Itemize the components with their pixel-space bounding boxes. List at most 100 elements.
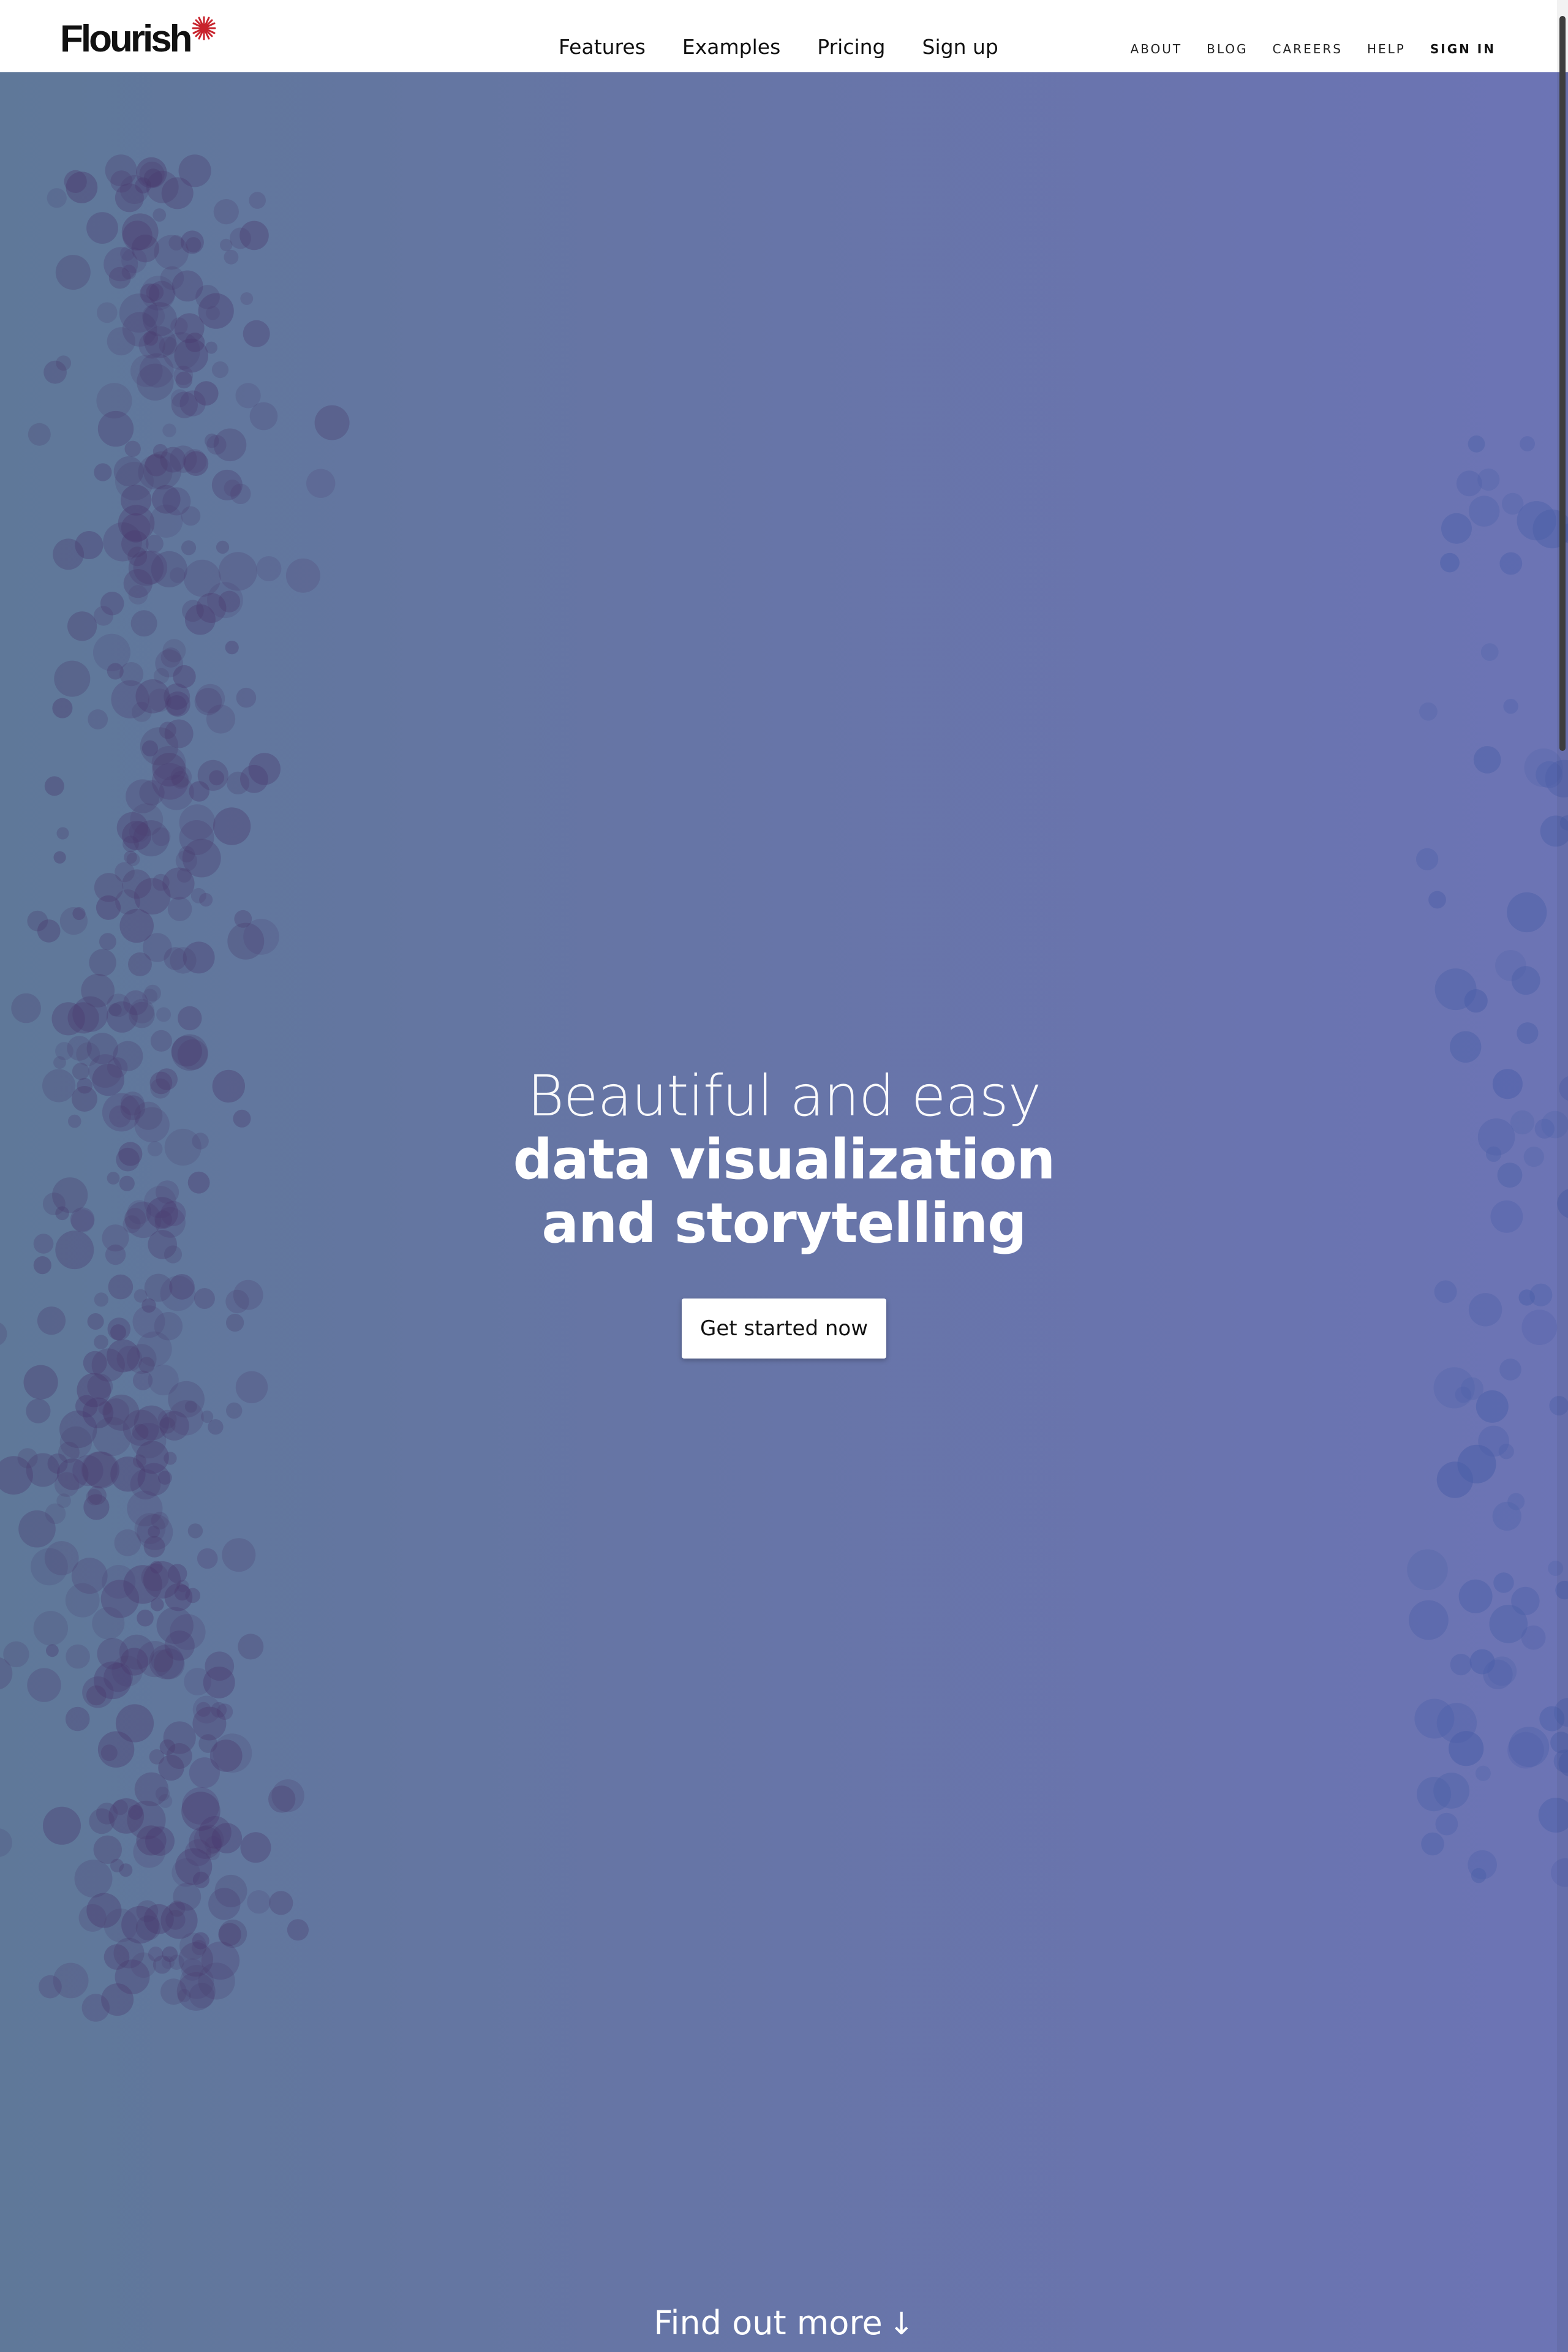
hero-heading: Beautiful and easy data visualization an… <box>0 1065 1568 1256</box>
bubble <box>137 1609 154 1627</box>
bubble <box>137 363 174 401</box>
bubble <box>128 1804 143 1820</box>
bubble <box>146 170 179 203</box>
bubble <box>248 753 281 785</box>
nav-pricing-link[interactable]: Pricing <box>817 32 885 62</box>
nav-examples-link[interactable]: Examples <box>682 32 780 62</box>
bubble <box>222 1538 256 1572</box>
bubble <box>86 212 118 244</box>
bubble <box>160 1275 196 1311</box>
nav-about-link[interactable]: ABOUT <box>1130 42 1182 56</box>
nav-signup-link[interactable]: Sign up <box>922 32 998 62</box>
page-scrollbar[interactable] <box>1557 0 1568 2352</box>
bubble <box>170 947 197 974</box>
find-out-more-link[interactable]: Find out more ↓ <box>0 2302 1568 2345</box>
bubble <box>1421 1832 1444 1856</box>
bubble <box>239 221 269 251</box>
find-out-more-label: Find out more <box>654 2304 883 2342</box>
bubble <box>31 1548 68 1586</box>
nav-help-link[interactable]: HELP <box>1367 42 1406 56</box>
bubble <box>156 1007 172 1022</box>
bubble <box>78 1904 107 1932</box>
bubble <box>83 1494 110 1520</box>
bubble <box>67 611 97 641</box>
bubble <box>122 221 153 251</box>
bubble <box>153 208 167 222</box>
bubble <box>216 1703 233 1720</box>
bubble <box>154 1312 183 1341</box>
bubble <box>1521 1625 1546 1650</box>
bubble <box>1499 552 1523 575</box>
bubble <box>236 687 257 708</box>
bubble <box>133 1836 165 1868</box>
bubble <box>1521 1310 1558 1345</box>
bubble <box>88 709 108 729</box>
bubble <box>142 989 158 1005</box>
nav-blog-link[interactable]: BLOG <box>1207 42 1248 56</box>
bubble <box>189 1983 215 2008</box>
hero-heading-line1: Beautiful and easy <box>527 1063 1041 1129</box>
bubble <box>37 1306 66 1335</box>
bubble <box>138 454 173 490</box>
utility-nav: ABOUT BLOG CAREERS HELP SIGN IN <box>1106 42 1496 56</box>
bubble <box>1457 1444 1496 1483</box>
logo-text: Flourish <box>60 18 193 60</box>
bubble <box>182 600 204 622</box>
bubble <box>1503 699 1518 714</box>
bubble <box>126 853 140 866</box>
scrollbar-thumb[interactable] <box>1559 16 1566 751</box>
bubble <box>66 1644 90 1669</box>
nav-signin-link[interactable]: SIGN IN <box>1430 42 1496 56</box>
bubble <box>1434 1280 1457 1303</box>
bubble <box>118 505 155 541</box>
bubble <box>234 910 252 928</box>
bubble <box>26 1398 51 1423</box>
bubble <box>256 556 282 581</box>
bubble <box>132 1423 149 1441</box>
bubble <box>1409 1600 1449 1640</box>
bubble <box>197 1548 218 1569</box>
bubble <box>1441 513 1472 544</box>
bubble <box>86 1033 118 1065</box>
bubble <box>213 807 251 845</box>
bubble <box>211 469 243 500</box>
bubble <box>124 440 141 457</box>
bubble <box>107 1317 131 1341</box>
bubble <box>1507 892 1547 933</box>
bubble <box>149 504 183 538</box>
bubble <box>150 1030 172 1052</box>
bubble <box>89 949 116 976</box>
bubble <box>53 851 66 864</box>
bubble <box>92 1607 125 1640</box>
bubble <box>1480 643 1499 661</box>
bubble <box>227 922 265 960</box>
bubble <box>1414 1698 1455 1739</box>
bubble <box>129 821 150 842</box>
bubble <box>94 1292 108 1307</box>
bubble <box>33 1256 51 1275</box>
nav-features-link[interactable]: Features <box>559 32 646 62</box>
flourish-logo[interactable]: Flourish <box>60 13 216 62</box>
nav-careers-link[interactable]: CAREERS <box>1273 42 1343 56</box>
bubble <box>33 1611 68 1646</box>
bubble <box>1475 1765 1491 1781</box>
bubble <box>205 306 220 320</box>
bubble <box>134 1513 166 1544</box>
bubble <box>184 1668 212 1695</box>
bubble <box>159 1417 176 1434</box>
bubble <box>44 776 64 796</box>
bubble <box>51 1002 85 1036</box>
bubble <box>115 183 144 213</box>
bubble <box>240 1832 271 1863</box>
bubble <box>93 633 130 671</box>
bubble <box>162 639 186 663</box>
bubble <box>211 361 229 379</box>
bubble <box>225 641 239 655</box>
get-started-button[interactable]: Get started now <box>682 1298 886 1359</box>
bubble <box>218 552 257 591</box>
bubble <box>53 1962 89 1999</box>
bubble <box>1450 1031 1482 1063</box>
bubble <box>238 1634 264 1660</box>
bubble <box>1511 1586 1540 1616</box>
bubble <box>1407 1549 1448 1591</box>
